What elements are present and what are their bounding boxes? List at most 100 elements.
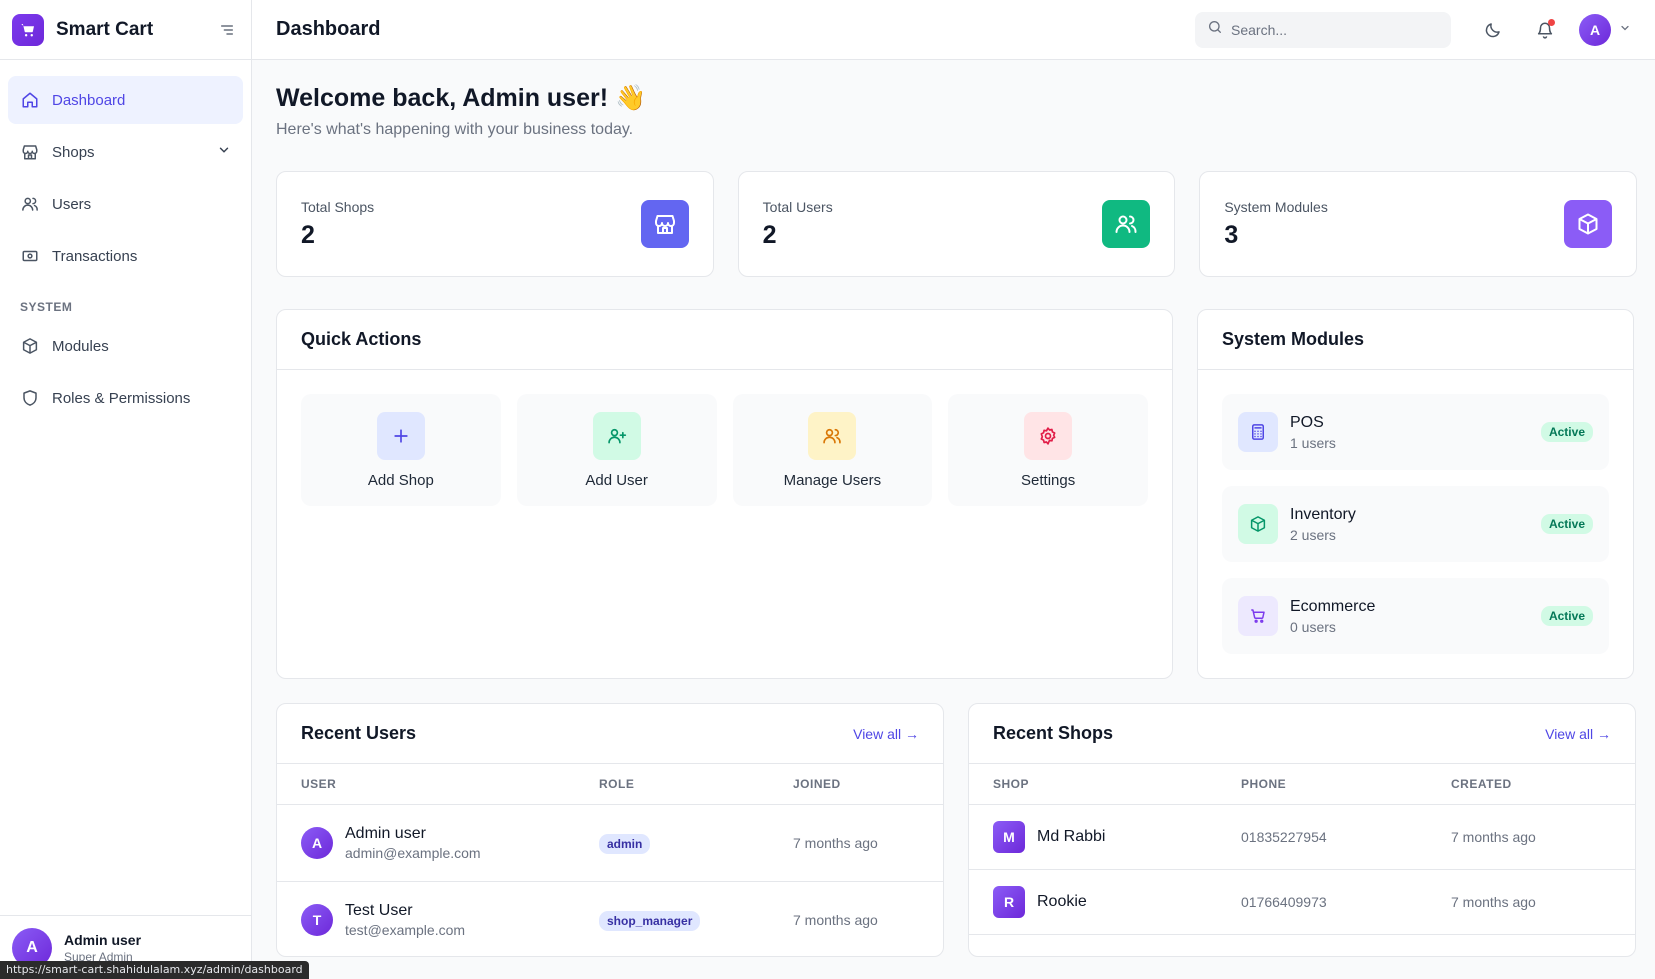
view-all-users-link[interactable]: View all → [853, 726, 919, 742]
quick-action-label: Add User [585, 471, 648, 489]
sidebar-item-modules[interactable]: Modules [8, 322, 243, 370]
sidebar-item-dashboard[interactable]: Dashboard [8, 76, 243, 124]
brand: Smart Cart [0, 0, 251, 60]
shop-name: Rookie [1037, 892, 1087, 910]
panel-title: Recent Shops [993, 723, 1114, 743]
calculator-icon [1238, 412, 1278, 452]
recent-shops-panel: Recent Shops View all → SHOP PHONE CREAT… [968, 703, 1636, 957]
sidebar-item-label: Dashboard [52, 91, 126, 109]
settings-button[interactable]: Settings [948, 394, 1148, 506]
chevron-down-icon [217, 143, 231, 161]
users-icon [808, 411, 857, 460]
store-icon [640, 200, 689, 248]
role-badge: admin [599, 833, 651, 854]
stat-label: Total Users [762, 198, 833, 215]
shop-phone: 01835227954 [1217, 804, 1427, 870]
shop-name: Md Rabbi [1037, 827, 1106, 845]
cube-icon [1238, 504, 1278, 544]
view-all-shops-link[interactable]: View all → [1545, 726, 1611, 742]
sidebar-section-label: SYSTEM [20, 300, 73, 314]
add-user-button[interactable]: Add User [516, 394, 717, 506]
search-box [1195, 11, 1451, 48]
status-bar-url: https://smart-cart.shahidulalam.xyz/admi… [0, 961, 309, 979]
panel-title: Quick Actions [301, 329, 422, 349]
sidebar-item-shops[interactable]: Shops [8, 128, 243, 176]
search-icon [1207, 19, 1223, 40]
column-header: USER [277, 764, 575, 805]
table-row[interactable]: R Rookie 01766409973 7 months ago [969, 869, 1635, 935]
created-date: 7 months ago [1427, 869, 1635, 935]
cube-icon [20, 336, 40, 356]
user-email: test@example.com [345, 921, 466, 938]
cart-icon [1238, 596, 1278, 636]
stat-value: 2 [301, 220, 315, 249]
column-header: SHOP [969, 764, 1217, 805]
panel-title: System Modules [1222, 329, 1365, 349]
panel-title: Recent Users [301, 723, 417, 743]
banknote-icon [20, 246, 40, 266]
joined-date: 7 months ago [769, 881, 943, 956]
sidebar-item-label: Users [52, 195, 92, 213]
manage-users-button[interactable]: Manage Users [732, 394, 933, 506]
quick-action-label: Manage Users [783, 471, 882, 489]
add-shop-button[interactable]: Add Shop [301, 394, 501, 506]
column-header: PHONE [1217, 764, 1427, 805]
recent-users-table: USER ROLE JOINED A Admin user admin@exam… [277, 764, 943, 956]
cube-icon [1564, 200, 1613, 248]
column-header: CREATED [1427, 764, 1635, 805]
table-row[interactable]: M Md Rabbi 01835227954 7 months ago [969, 804, 1635, 870]
search-input[interactable] [1231, 21, 1431, 38]
module-name: POS [1290, 413, 1324, 431]
user-menu[interactable]: A [1579, 13, 1631, 46]
stat-card-system-modules: System Modules 3 [1199, 171, 1638, 277]
stat-label: System Modules [1224, 198, 1328, 215]
page-title: Dashboard [276, 18, 381, 40]
cart-logo-icon [12, 13, 44, 46]
sidebar-item-users[interactable]: Users [8, 180, 243, 228]
module-name: Inventory [1290, 505, 1356, 523]
module-users: 1 users [1290, 434, 1336, 451]
module-item-inventory[interactable]: Inventory 2 users Active [1222, 486, 1609, 562]
status-badge: Active [1540, 514, 1593, 534]
sidebar-user-name: Admin user [64, 931, 142, 948]
recent-users-panel: Recent Users View all → USER ROLE JOINED [276, 703, 944, 957]
table-row[interactable]: A Admin user admin@example.com admin 7 m… [277, 804, 943, 882]
sidebar-toggle-icon[interactable] [215, 18, 239, 42]
sidebar-item-roles-permissions[interactable]: Roles & Permissions [8, 374, 243, 422]
created-date: 7 months ago [1427, 804, 1635, 870]
stat-card-total-shops: Total Shops 2 [276, 171, 714, 277]
shop-phone: 01766409973 [1217, 869, 1427, 935]
plus-icon [376, 411, 425, 460]
sidebar-item-label: Transactions [52, 247, 138, 265]
module-item-ecommerce[interactable]: Ecommerce 0 users Active [1222, 578, 1609, 654]
user-name: Admin user [345, 824, 426, 842]
notification-bell-icon[interactable] [1527, 12, 1563, 48]
recent-shops-table: SHOP PHONE CREATED M Md Rabbi 0183522795… [969, 764, 1635, 935]
status-badge: Active [1540, 606, 1593, 626]
avatar: A [301, 826, 333, 859]
main-content: Welcome back, Admin user! 👋 Here's what'… [276, 60, 1638, 957]
status-badge: Active [1540, 422, 1593, 442]
sidebar-item-transactions[interactable]: Transactions [8, 232, 243, 280]
table-row[interactable]: T Test User test@example.com shop_manage… [277, 881, 943, 956]
welcome-title: Welcome back, Admin user! 👋 [276, 84, 647, 112]
user-plus-icon [592, 411, 641, 460]
user-name: Test User [345, 901, 413, 919]
module-name: Ecommerce [1290, 597, 1376, 615]
shield-icon [20, 388, 40, 408]
quick-actions-panel: Quick Actions Add Shop Add User Manage U… [276, 309, 1173, 679]
users-icon [1102, 200, 1151, 248]
gear-icon [1024, 411, 1073, 460]
stat-card-total-users: Total Users 2 [737, 171, 1176, 277]
avatar: A [1579, 13, 1611, 46]
brand-name: Smart Cart [56, 18, 154, 40]
module-item-pos[interactable]: POS 1 users Active [1222, 394, 1609, 470]
column-header: ROLE [575, 764, 769, 805]
avatar: T [301, 903, 333, 936]
module-users: 2 users [1290, 526, 1336, 543]
stat-label: Total Shops [301, 198, 375, 215]
chevron-down-icon [1619, 21, 1631, 39]
dark-mode-toggle-icon[interactable] [1475, 12, 1511, 48]
notification-dot [1548, 18, 1555, 26]
stats-row: Total Shops 2 Total Users 2 System Modul… [276, 171, 1638, 277]
